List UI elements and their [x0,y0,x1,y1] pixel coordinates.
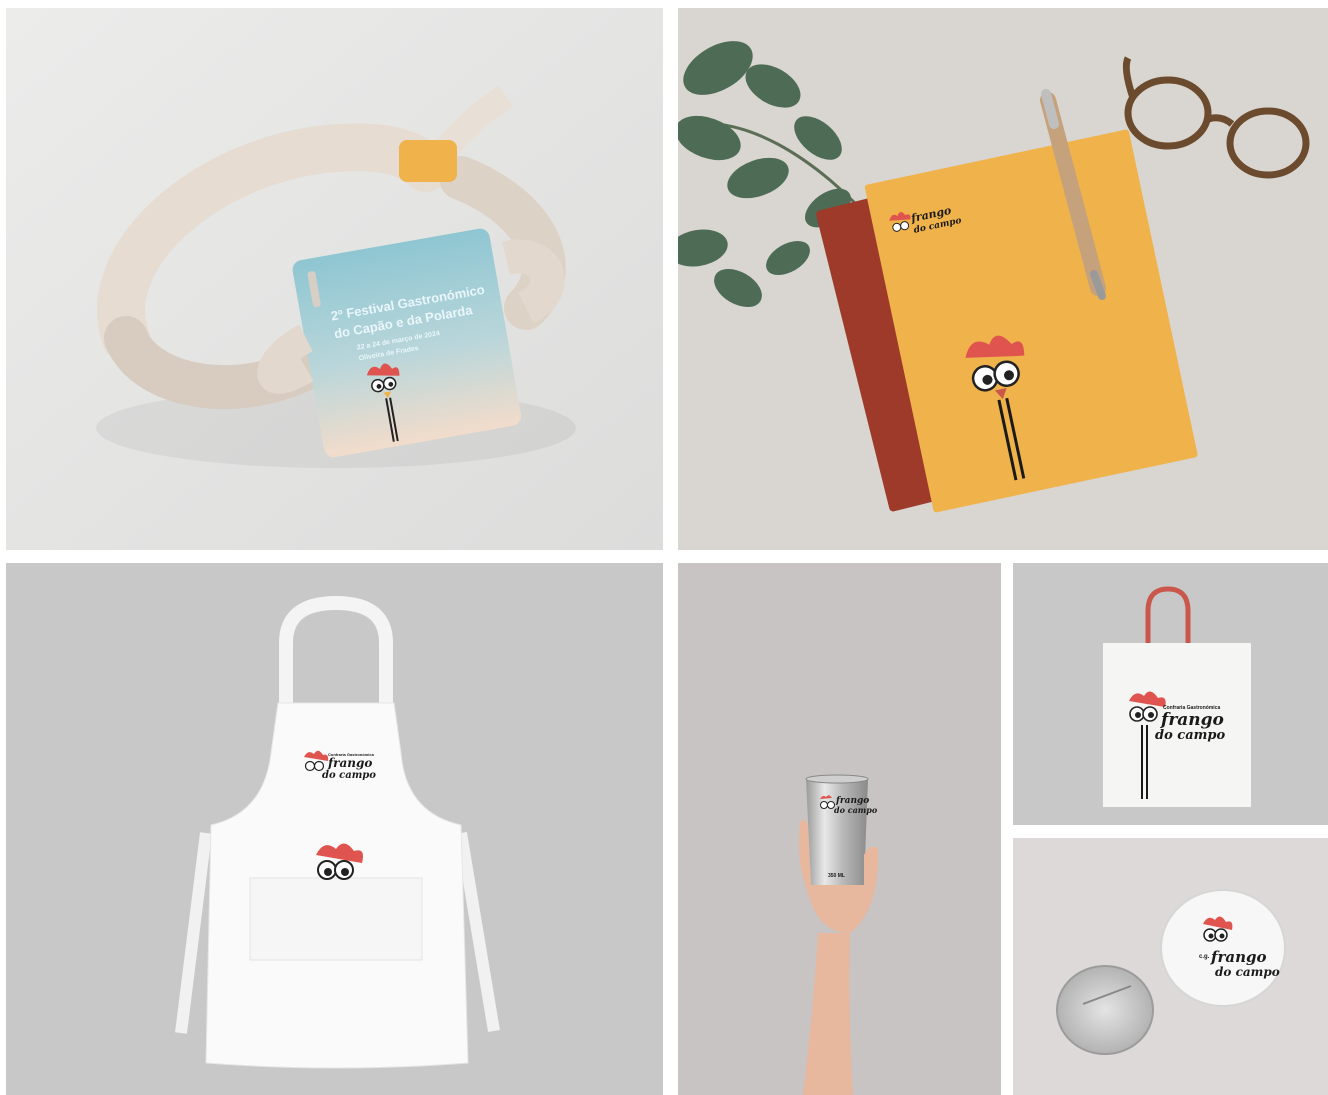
brand-badge-prefix: c.g. [1199,954,1210,960]
wristband-slider [399,140,457,182]
pin-badge-mockup: c.g. frango do campo [1013,838,1328,1095]
brand-word2: do campo [1155,728,1225,743]
cup-mockup: frango do campo 350 ML [678,563,1001,1095]
brand-word2: do campo [322,770,376,781]
brand-word1: frango [1210,948,1266,966]
notebook-mockup: frango do campo [678,8,1328,550]
wristband-mockup: 2º Festival Gastronómico do Capão e da P… [6,8,663,550]
brand-word2: do campo [834,805,878,815]
apron-mockup: Confraria Gastronómica frango do campo [6,563,663,1095]
festival-card: 2º Festival Gastronómico do Capão e da P… [292,228,522,458]
cup-capacity: 350 ML [828,873,845,879]
brand-word1: frango [1160,710,1224,730]
tote-bag-mockup: Confraria Gastronómica frango do campo [1013,563,1328,825]
brand-word1: frango [327,756,372,770]
brand-word2: do campo [1215,965,1280,979]
